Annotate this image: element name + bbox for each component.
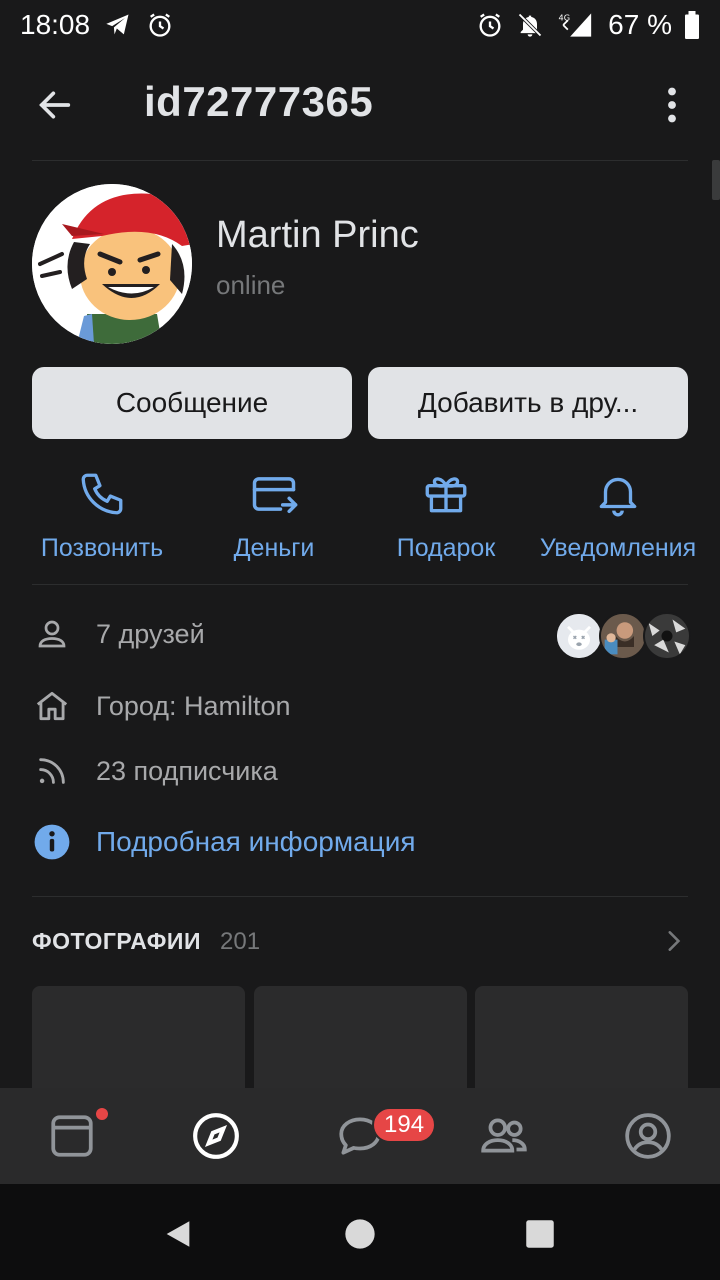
more-options-button[interactable] — [650, 80, 694, 130]
triangle-back-icon — [166, 1221, 190, 1247]
scrollbar[interactable] — [712, 160, 720, 200]
online-status: online — [216, 270, 286, 300]
compass-icon — [193, 1113, 239, 1159]
avatar[interactable] — [32, 184, 192, 344]
profile-name: Martin Princ — [216, 214, 419, 256]
details-link: Подробная информация — [96, 826, 416, 857]
notification-dot — [96, 1108, 108, 1120]
alarm-icon — [476, 11, 504, 39]
back-button[interactable] — [30, 80, 80, 130]
nav-home-button[interactable] — [330, 1204, 390, 1264]
friend-avatar[interactable] — [599, 612, 647, 660]
photo-thumbnail[interactable] — [475, 986, 688, 1096]
photos-count: 201 — [220, 928, 261, 955]
message-button[interactable]: Сообщение — [32, 367, 352, 439]
gift-label: Подарок — [396, 534, 496, 562]
system-nav-bar — [0, 1184, 720, 1280]
chevron-right-icon[interactable] — [660, 926, 686, 956]
user-icon — [32, 614, 72, 654]
rss-icon — [32, 751, 72, 791]
divider — [32, 584, 688, 585]
divider — [32, 896, 688, 897]
header: id72777365 — [0, 62, 720, 146]
status-bar: 18:08 4G 67 % — [0, 0, 720, 50]
status-time: 18:08 — [20, 9, 91, 40]
arrow-left-icon — [39, 91, 71, 119]
battery-percent: 67 % — [608, 9, 672, 40]
messages-badge: 194 — [372, 1107, 437, 1143]
tab-discover[interactable] — [144, 1088, 288, 1184]
alarm-icon — [146, 11, 174, 39]
page-title: id72777365 — [144, 78, 374, 125]
battery-icon — [684, 11, 700, 39]
notifications-off-icon — [516, 11, 544, 39]
friend-avatar[interactable] — [643, 612, 691, 660]
nav-recents-button[interactable] — [510, 1204, 570, 1264]
call-label: Позвонить — [40, 534, 164, 562]
circle-home-icon — [345, 1219, 375, 1249]
photo-thumbnail[interactable] — [32, 986, 245, 1096]
photo-thumbnail[interactable] — [254, 986, 467, 1096]
city-text: Город: Hamilton — [96, 690, 291, 721]
friend-avatar[interactable] — [555, 612, 603, 660]
bottom-tab-bar — [0, 1088, 720, 1184]
info-icon — [32, 822, 72, 862]
money-transfer-icon — [246, 466, 302, 522]
divider — [32, 160, 688, 161]
details-row[interactable]: Подробная информация — [32, 814, 688, 870]
money-label: Деньги — [233, 534, 315, 562]
tab-news[interactable] — [0, 1088, 144, 1184]
notifications-label: Уведомления — [539, 534, 697, 562]
bell-icon — [590, 466, 646, 522]
add-friend-button[interactable]: Добавить в дру... — [368, 367, 688, 439]
photos-title[interactable]: ФОТОГРАФИИ — [32, 928, 201, 955]
telegram-icon — [104, 11, 132, 39]
signal-icon: 4G — [556, 11, 596, 39]
gift-icon — [418, 466, 474, 522]
friends-icon — [481, 1118, 527, 1153]
more-vertical-icon — [668, 87, 676, 123]
followers-row[interactable]: 23 подписчика — [32, 743, 688, 799]
gift-action[interactable]: Подарок — [361, 466, 531, 566]
city-row: Город: Hamilton — [32, 678, 688, 734]
phone-icon — [74, 466, 130, 522]
home-icon — [32, 686, 72, 726]
followers-count: 23 подписчика — [96, 755, 278, 786]
tab-profile[interactable] — [576, 1088, 720, 1184]
tab-friends[interactable] — [432, 1088, 576, 1184]
user-circle-icon — [625, 1113, 671, 1159]
friends-count: 7 друзей — [96, 618, 205, 649]
call-action[interactable]: Позвонить — [17, 466, 187, 566]
square-recents-icon — [526, 1220, 554, 1248]
money-action[interactable]: Деньги — [189, 466, 359, 566]
nav-back-button[interactable] — [148, 1204, 208, 1264]
notifications-action[interactable]: Уведомления — [533, 466, 703, 566]
newsfeed-icon — [51, 1115, 93, 1157]
